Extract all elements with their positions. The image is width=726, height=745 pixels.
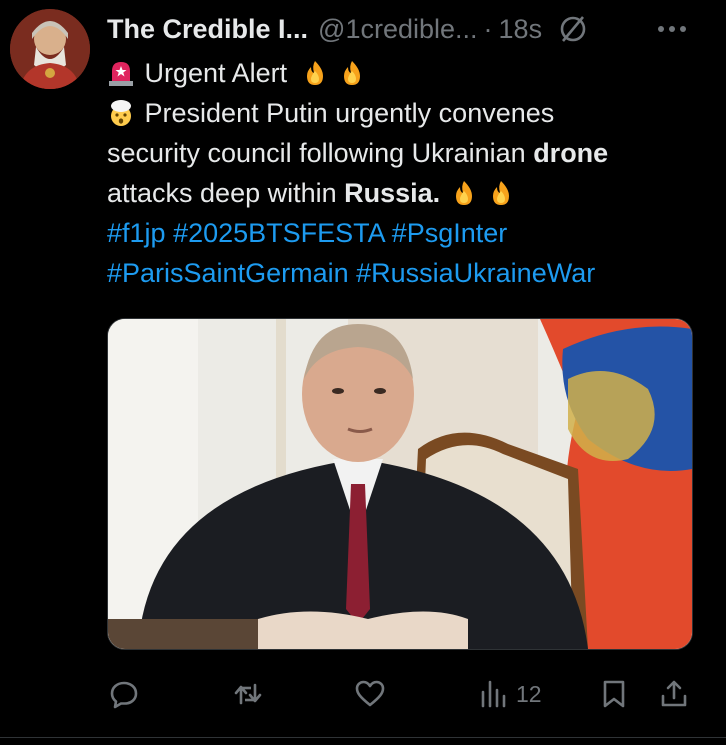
views-icon bbox=[481, 680, 506, 708]
rotating-light-icon bbox=[109, 62, 133, 86]
views-count: 12 bbox=[516, 680, 542, 707]
exploding-head-icon bbox=[111, 100, 131, 126]
views-button[interactable]: 12 bbox=[478, 668, 542, 720]
fire-icon bbox=[455, 181, 472, 205]
post-line-3-text: security council following Ukrainian bbox=[107, 138, 534, 168]
repost-icon bbox=[234, 683, 262, 705]
media-photo bbox=[108, 319, 692, 649]
share-icon bbox=[661, 680, 687, 707]
share-button[interactable] bbox=[658, 668, 690, 720]
post-line-2: President Putin urgently convenes bbox=[107, 93, 707, 133]
bookmark-icon bbox=[603, 680, 625, 708]
action-bar: 12 bbox=[0, 668, 726, 720]
hashtags-line-2: #ParisSaintGermain #RussiaUkraineWar bbox=[107, 253, 707, 293]
hashtag-link[interactable]: #2025BTSFESTA bbox=[173, 218, 384, 248]
fire-icon bbox=[344, 61, 361, 85]
post-line-2-text: President Putin urgently convenes bbox=[144, 98, 555, 128]
post-header: The Credible I... @1credible... · 18s bbox=[107, 10, 588, 48]
separator-dot: · bbox=[483, 13, 493, 44]
divider bbox=[0, 737, 726, 738]
urgent-alert-text: Urgent Alert bbox=[144, 58, 288, 88]
post-media[interactable] bbox=[107, 318, 693, 650]
author-handle[interactable]: @1credible... bbox=[318, 14, 477, 45]
reply-button[interactable] bbox=[108, 668, 140, 720]
fire-icon bbox=[493, 181, 510, 205]
author-name[interactable]: The Credible I... bbox=[107, 14, 308, 45]
bold-word-drone: drone bbox=[533, 138, 609, 168]
avatar[interactable] bbox=[10, 9, 90, 89]
post-line-4-text: attacks deep within bbox=[107, 178, 345, 208]
post-line-1: Urgent Alert bbox=[107, 53, 707, 93]
hashtag-link[interactable]: #RussiaUkraineWar bbox=[356, 258, 595, 288]
reply-icon bbox=[110, 681, 138, 709]
like-button[interactable] bbox=[354, 668, 386, 720]
post-text: Urgent Alert President Putin urgently co… bbox=[107, 53, 707, 293]
post-line-3: security council following Ukrainian dro… bbox=[107, 133, 707, 173]
hashtag-link[interactable]: #ParisSaintGermain bbox=[107, 258, 349, 288]
hashtags-line-1: #f1jp #2025BTSFESTA #PsgInter bbox=[107, 213, 707, 253]
bookmark-button[interactable] bbox=[598, 668, 630, 720]
hashtag-link[interactable]: #PsgInter bbox=[392, 218, 508, 248]
post-timestamp[interactable]: 18s bbox=[499, 14, 543, 45]
repost-button[interactable] bbox=[232, 668, 264, 720]
post-line-4: attacks deep within Russia. bbox=[107, 173, 707, 213]
bold-word-russia: Russia. bbox=[344, 178, 441, 208]
hashtag-link[interactable]: #f1jp bbox=[107, 218, 166, 248]
grok-icon[interactable] bbox=[558, 14, 588, 44]
like-icon bbox=[355, 680, 385, 707]
more-icon[interactable] bbox=[652, 10, 692, 48]
avatar-image bbox=[10, 9, 90, 89]
fire-icon bbox=[306, 61, 323, 85]
